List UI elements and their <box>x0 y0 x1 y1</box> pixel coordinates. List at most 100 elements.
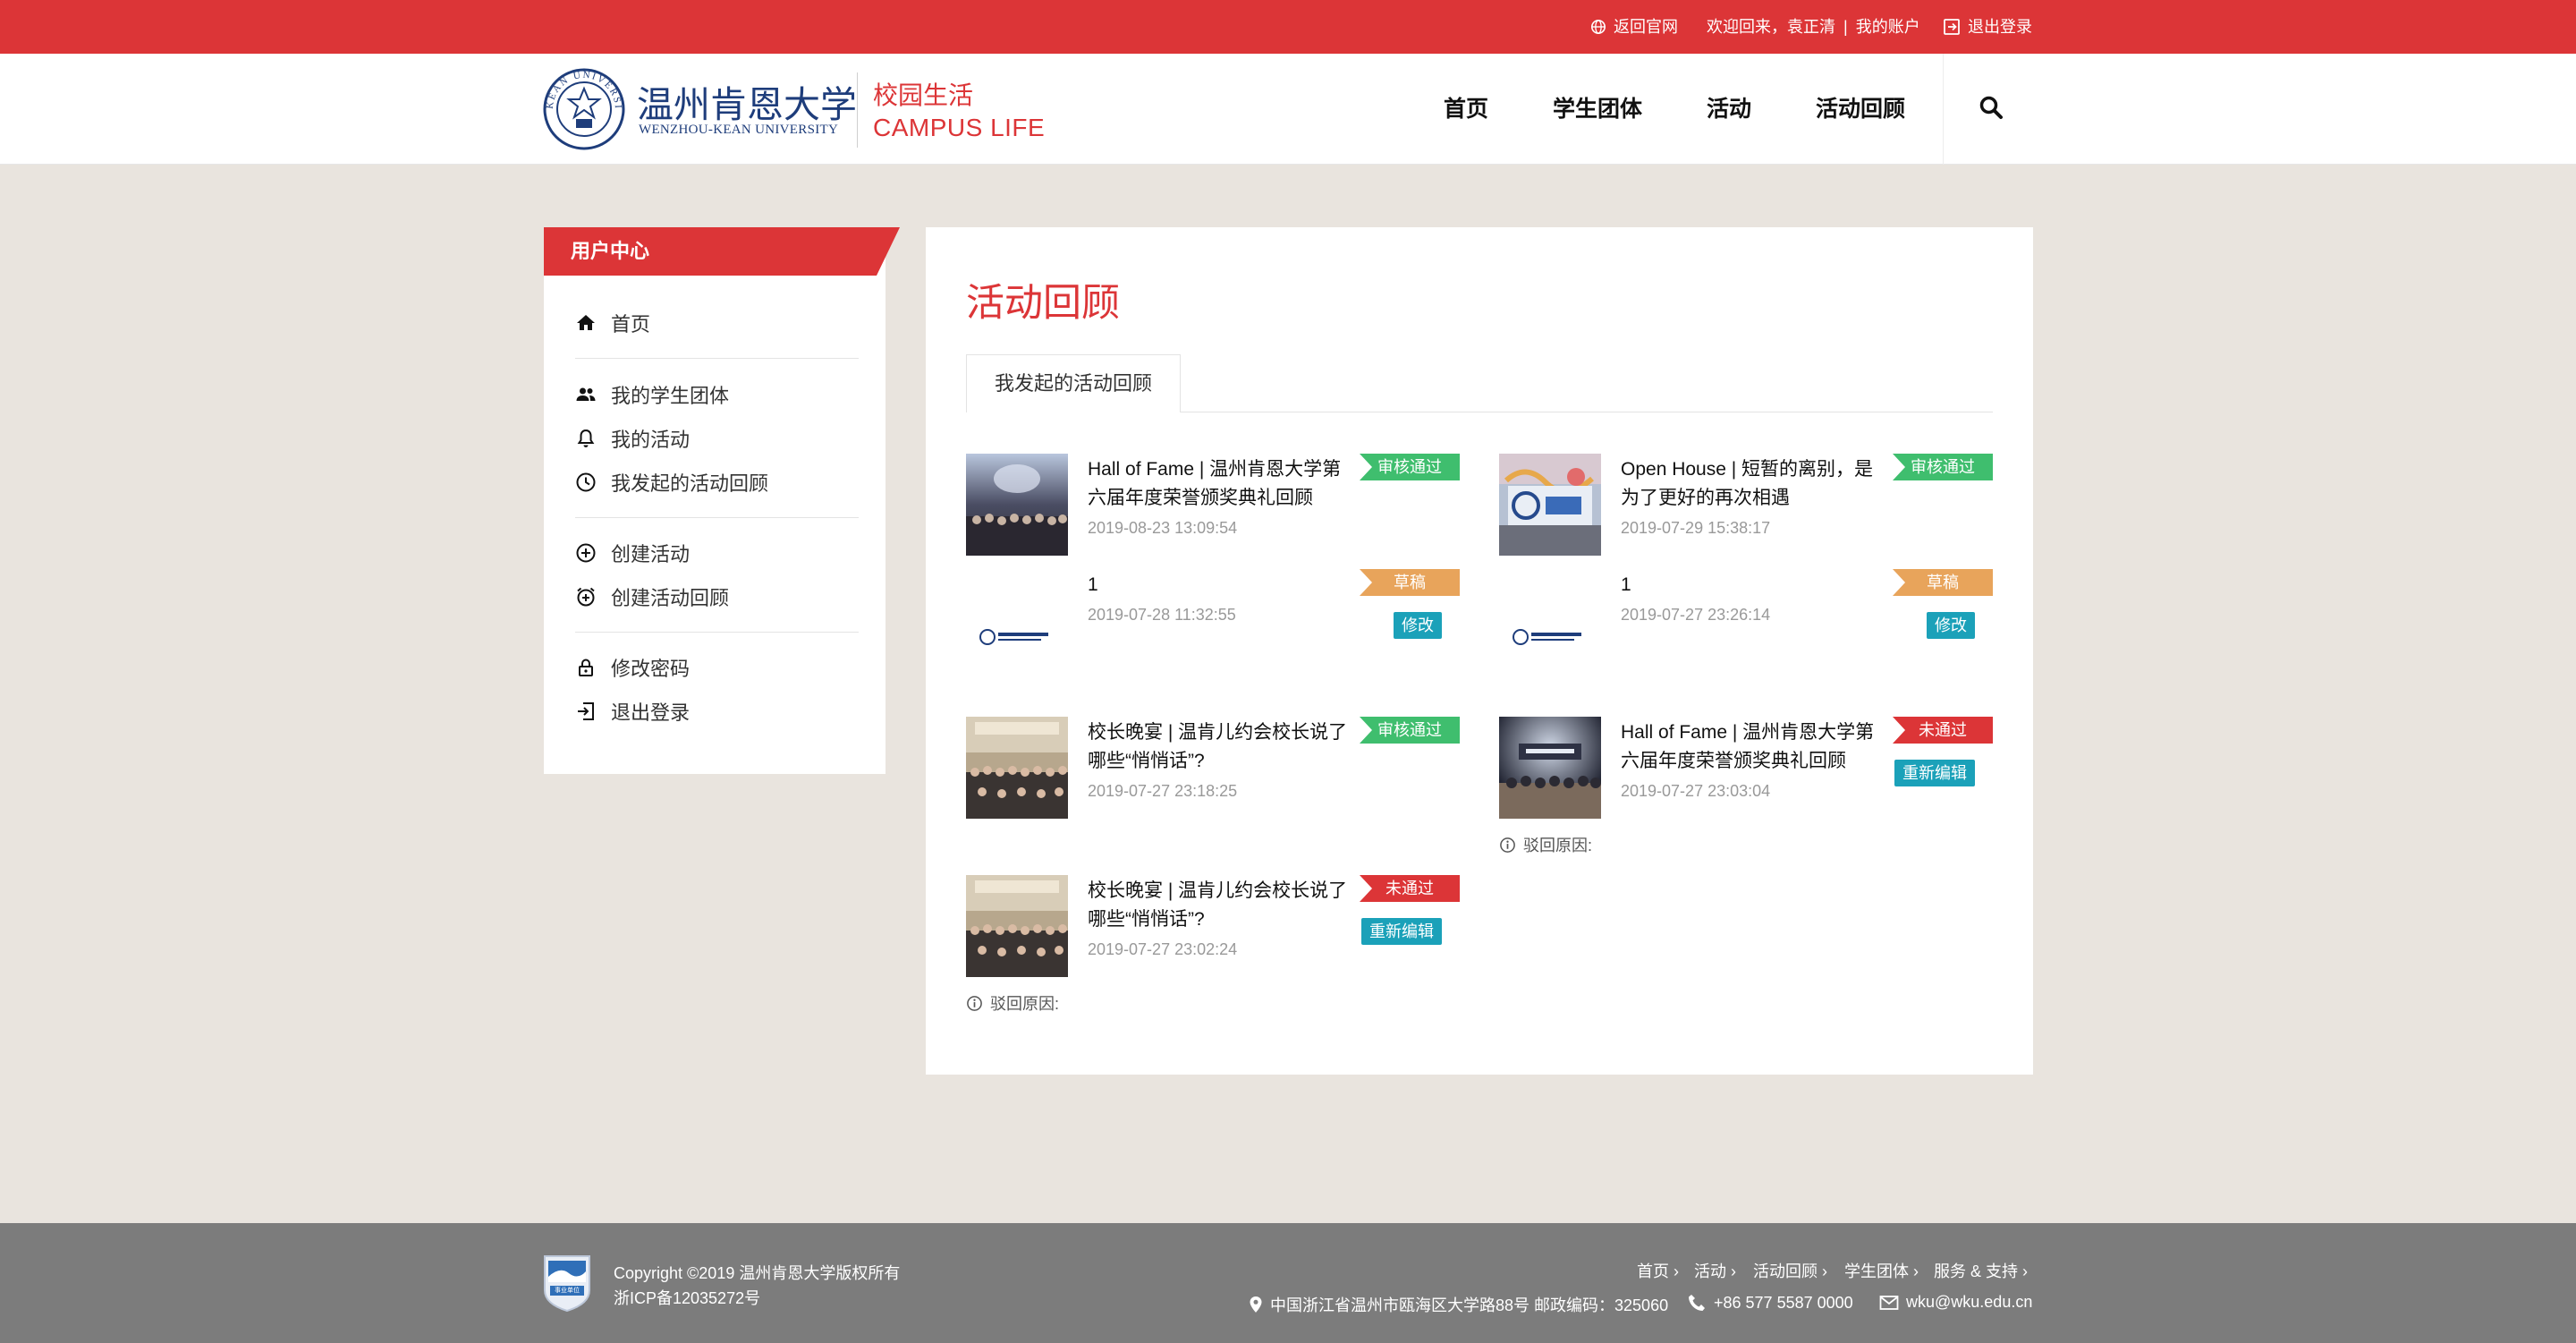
copyright: Copyright ©2019 温州肯恩大学版权所有 <box>614 1264 901 1282</box>
sidebar-item-change-password[interactable]: 修改密码 <box>575 652 690 683</box>
users-icon <box>576 387 596 401</box>
public-institution-badge: 事业单位 <box>542 1254 592 1313</box>
thumbnail <box>1499 454 1601 556</box>
card-date: 2019-07-27 23:18:25 <box>1088 782 1238 800</box>
card-date: 2019-08-23 13:09:54 <box>1088 519 1238 537</box>
footer-link-review[interactable]: 活动回顾 › <box>1753 1259 1827 1282</box>
sidebar-item-label: 我的学生团体 <box>611 385 730 407</box>
card-title[interactable]: Hall of Fame | 温州肯恩大学第六届年度荣誉颁奖典礼回顾 <box>1088 455 1356 513</box>
mail-icon <box>1879 1295 1899 1310</box>
sidebar-item-create-activity[interactable]: 创建活动 <box>575 538 690 568</box>
review-card[interactable]: 校长晚宴 | 温肯儿约会校长说了哪些“悄悄话”? 2019-07-27 23:0… <box>966 875 1460 982</box>
globe-icon <box>1590 19 1606 35</box>
phone-icon <box>1689 1295 1705 1311</box>
thumbnail <box>966 875 1068 977</box>
seal-text: KEAN UNIVERSITY <box>542 67 622 110</box>
review-card[interactable]: 校长晚宴 | 温肯儿约会校长说了哪些“悄悄话”? 2019-07-27 23:1… <box>966 717 1460 824</box>
main-panel: 活动回顾 我发起的活动回顾 Hall of Fame | 温州肯恩大学第六届年度… <box>926 227 2033 1075</box>
address-text: 中国浙江省温州市瓯海区大学路88号 邮政编码：325060 <box>1270 1296 1669 1314</box>
search-button[interactable] <box>1979 95 2007 123</box>
sidebar-item-label: 我发起的活动回顾 <box>611 472 769 495</box>
footer-phone[interactable]: +86 577 5587 0000 <box>1687 1293 1853 1313</box>
sidebar-item-label: 修改密码 <box>611 658 691 680</box>
email-text: wku@wku.edu.cn <box>1906 1293 2033 1311</box>
review-card[interactable]: 1 2019-07-28 11:32:55 草稿 修改 <box>966 569 1460 676</box>
university-seal-icon: KEAN UNIVERSITY <box>542 67 625 150</box>
shield-badge-icon <box>544 1255 590 1313</box>
icp-number[interactable]: 浙ICP备12035272号 <box>614 1286 760 1309</box>
sidebar-item-my-groups[interactable]: 我的学生团体 <box>575 379 729 410</box>
brand-logo[interactable]: KEAN UNIVERSITY 温州肯恩大学 WENZHOU-KEAN UNIV… <box>542 67 1045 151</box>
sidebar-title: 用户中心 <box>571 240 650 262</box>
nav-activity-review[interactable]: 活动回顾 <box>1816 54 1905 165</box>
review-card[interactable]: 1 2019-07-27 23:26:14 草稿 修改 <box>1499 569 1993 676</box>
tab-my-reviews[interactable]: 我发起的活动回顾 <box>966 354 1181 412</box>
sidebar-item-home[interactable]: 首页 <box>575 308 650 338</box>
reject-reason: 驳回原因: <box>966 991 1059 1015</box>
welcome-text: 欢迎回来， <box>1707 18 1787 36</box>
footer-link-home[interactable]: 首页 › <box>1637 1259 1679 1282</box>
footer-link-activities[interactable]: 活动 › <box>1694 1259 1736 1282</box>
sidebar-item-logout[interactable]: 退出登录 <box>575 696 690 727</box>
card-date: 2019-07-27 23:03:04 <box>1621 782 1771 800</box>
bell-icon <box>577 429 595 447</box>
card-title[interactable]: Open House | 短暂的离别，是为了更好的再次相遇 <box>1621 455 1889 513</box>
status-badge: 审核通过 <box>1360 454 1460 480</box>
re-edit-button[interactable]: 重新编辑 <box>1894 760 1975 786</box>
thumbnail <box>966 717 1068 819</box>
header: KEAN UNIVERSITY 温州肯恩大学 WENZHOU-KEAN UNIV… <box>0 54 2576 165</box>
info-icon <box>967 995 982 1011</box>
card-title[interactable]: Hall of Fame | 温州肯恩大学第六届年度荣誉颁奖典礼回顾 <box>1621 718 1889 776</box>
page-title: 活动回顾 <box>966 282 1120 325</box>
sidebar-item-create-review[interactable]: 创建活动回顾 <box>575 582 729 612</box>
brand-name-cn: 温州肯恩大学 <box>637 84 857 125</box>
brand-name-en: WENZHOU-KEAN UNIVERSITY <box>639 123 839 137</box>
sidebar-divider <box>575 358 859 359</box>
review-card[interactable]: Hall of Fame | 温州肯恩大学第六届年度荣誉颁奖典礼回顾 2019-… <box>966 454 1460 561</box>
sidebar-item-label: 创建活动回顾 <box>611 587 730 609</box>
home-icon <box>577 315 595 330</box>
re-edit-button[interactable]: 重新编辑 <box>1361 918 1442 945</box>
nav-home[interactable]: 首页 <box>1444 54 1488 165</box>
logout-link[interactable]: 退出登录 <box>1943 0 2032 54</box>
search-icon <box>1979 96 2003 119</box>
footer: 事业单位 Copyright ©2019 温州肯恩大学版权所有 浙ICP备120… <box>0 1223 2576 1343</box>
welcome-area: 欢迎回来，袁正清 | 我的账户 <box>1707 0 1920 54</box>
card-date: 2019-07-29 15:38:17 <box>1621 519 1771 537</box>
review-card[interactable]: Open House | 短暂的离别，是为了更好的再次相遇 2019-07-29… <box>1499 454 1993 561</box>
sidebar-divider <box>575 517 859 518</box>
sidebar-item-label: 我的活动 <box>611 429 691 451</box>
footer-link-support[interactable]: 服务 & 支持 › <box>1934 1259 2028 1282</box>
sidebar-item-label: 退出登录 <box>611 701 691 724</box>
user-center-sidebar: 用户中心 首页 我的学生团体 我的活动 我发起的活动回顾 创建活动 创建活动回顾… <box>544 227 900 774</box>
card-date: 2019-07-27 23:02:24 <box>1088 940 1238 958</box>
reject-reason-label: 驳回原因: <box>1523 837 1593 854</box>
status-badge: 草稿 <box>1893 569 1993 596</box>
sidebar-header: 用户中心 <box>544 227 900 276</box>
sidebar-item-my-reviews[interactable]: 我发起的活动回顾 <box>575 467 768 497</box>
card-title[interactable]: 1 <box>1088 571 1356 599</box>
phone-text: +86 577 5587 0000 <box>1714 1293 1853 1312</box>
sidebar-item-label: 创建活动 <box>611 543 691 565</box>
footer-link-groups[interactable]: 学生团体 › <box>1844 1259 1919 1282</box>
thumbnail <box>966 454 1068 556</box>
back-to-site-label: 返回官网 <box>1614 18 1678 36</box>
nav-activities[interactable]: 活动 <box>1707 54 1751 165</box>
alarm-plus-icon <box>577 587 595 607</box>
edit-button[interactable]: 修改 <box>1927 612 1975 639</box>
card-title[interactable]: 校长晚宴 | 温肯儿约会校长说了哪些“悄悄话”? <box>1088 718 1356 776</box>
brand-divider <box>857 72 858 148</box>
sidebar-item-my-activities[interactable]: 我的活动 <box>575 423 690 454</box>
nav-student-groups[interactable]: 学生团体 <box>1553 54 1642 165</box>
card-title[interactable]: 1 <box>1621 571 1889 599</box>
my-account-link[interactable]: 我的账户 <box>1856 18 1920 36</box>
edit-button[interactable]: 修改 <box>1394 612 1442 639</box>
footer-email[interactable]: wku@wku.edu.cn <box>1879 1293 2032 1312</box>
card-title[interactable]: 校长晚宴 | 温肯儿约会校长说了哪些“悄悄话”? <box>1088 877 1356 934</box>
username: 袁正清 <box>1787 18 1835 36</box>
info-icon <box>1500 837 1515 853</box>
back-to-site-link[interactable]: 返回官网 <box>1590 0 1678 54</box>
thumbnail <box>1499 717 1601 819</box>
review-card[interactable]: Hall of Fame | 温州肯恩大学第六届年度荣誉颁奖典礼回顾 2019-… <box>1499 717 1993 824</box>
status-badge: 未通过 <box>1360 875 1460 902</box>
